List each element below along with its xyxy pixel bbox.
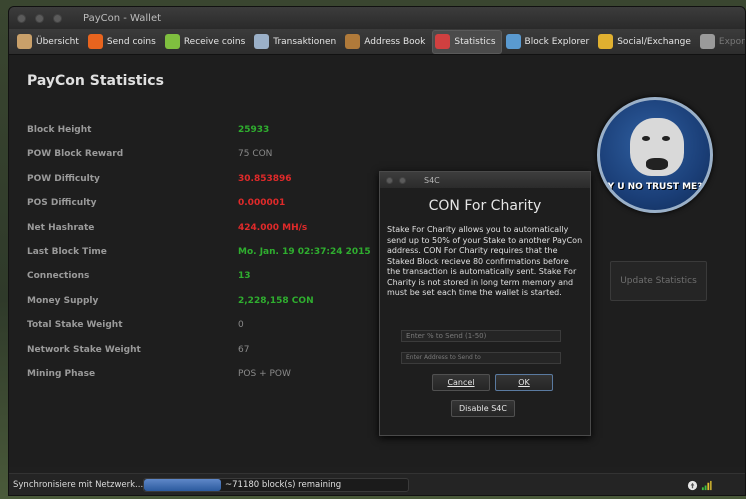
address-book-icon <box>345 34 361 49</box>
main-toolbar: Übersicht Send coins Receive coins Transakt… <box>9 29 745 55</box>
stat-label: Network Stake Weight <box>27 344 141 355</box>
sync-status-icon[interactable] <box>687 480 698 491</box>
send-rocket-icon <box>87 34 103 49</box>
stat-row: POW Block Reward 75 CON <box>27 149 397 163</box>
stat-row: Money Supply 2,228,158 CON <box>27 296 397 310</box>
stat-value: POS + POW <box>238 369 291 379</box>
ok-button[interactable]: OK <box>495 374 553 391</box>
sync-status-text: Synchronisiere mit Netzwerk... <box>13 480 144 490</box>
page-title: PayCon Statistics <box>27 73 164 89</box>
stat-row: Connections 13 <box>27 271 397 285</box>
wallet-window: PayCon - Wallet Übersicht Send coins Recei… <box>8 6 746 496</box>
stat-label: Mining Phase <box>27 369 96 379</box>
stat-label: Net Hashrate <box>27 222 95 233</box>
toolbar-address-book[interactable]: Address Book <box>343 30 430 54</box>
toolbar-social-exchange[interactable]: Social/Exchange <box>596 30 696 54</box>
stat-label: POS Difficulty <box>27 198 97 209</box>
toolbar-label: Receive coins <box>183 36 246 47</box>
dialog-title-bar: S4C <box>380 172 590 188</box>
stat-label: Money Supply <box>27 295 99 306</box>
toolbar-label: Transaktionen <box>273 36 337 47</box>
stat-value: 25933 <box>238 125 270 135</box>
stat-value: 424.000 MH/s <box>238 222 308 233</box>
stat-row: Total Stake Weight 0 <box>27 320 397 334</box>
toolbar-statistics[interactable]: Statistics <box>432 29 502 54</box>
stat-value: 75 CON <box>238 149 273 160</box>
disable-s4c-button[interactable]: Disable S4C <box>451 400 515 417</box>
stat-row: Net Hashrate 424.000 MH/s <box>27 223 397 237</box>
s4c-dialog: S4C CON For Charity Stake For Charity al… <box>379 171 591 436</box>
update-statistics-button[interactable]: Update Statistics <box>610 261 707 301</box>
dialog-minimize-button[interactable] <box>399 176 406 184</box>
sync-progress-fill <box>144 479 221 491</box>
toolbar-label: Social/Exchange <box>617 36 691 47</box>
meme-avatar-image: Y U NO TRUST ME? <box>597 97 713 213</box>
stat-label: POW Block Reward <box>27 149 124 160</box>
stat-row: Last Block Time Mo. Jan. 19 02:37:24 2015 <box>27 247 397 261</box>
toolbar-label: Send coins <box>106 36 156 47</box>
export-icon <box>699 34 715 49</box>
toolbar-label: Address Book <box>364 36 426 47</box>
toolbar-label: Übersicht <box>36 36 79 47</box>
block-explorer-grid-icon <box>505 34 521 49</box>
stat-value: 0 <box>238 320 244 331</box>
right-eye <box>662 136 670 141</box>
overview-icon <box>17 34 32 49</box>
toolbar--bersicht[interactable]: Übersicht <box>15 30 84 54</box>
left-eye <box>642 136 650 141</box>
status-bar: Synchronisiere mit Netzwerk... ~71180 bl… <box>9 473 745 495</box>
ok-label: OK <box>518 378 530 387</box>
stat-row: POW Difficulty 30.853896 <box>27 174 397 188</box>
title-bar: PayCon - Wallet <box>9 7 745 29</box>
minimize-window-button[interactable] <box>35 13 44 23</box>
stat-row: POS Difficulty 0.000001 <box>27 198 397 212</box>
stat-label: POW Difficulty <box>27 173 100 184</box>
sync-progress-bar: ~71180 block(s) remaining <box>143 478 409 492</box>
toolbar-receive-coins[interactable]: Receive coins <box>163 30 250 54</box>
toolbar-send-coins[interactable]: Send coins <box>86 30 161 54</box>
stat-label: Block Height <box>27 125 92 135</box>
transactions-icon <box>254 34 270 49</box>
connections-signal-icon[interactable] <box>701 480 712 491</box>
cancel-button[interactable]: Cancel <box>432 374 490 391</box>
statistics-pie-icon <box>435 34 451 49</box>
meme-face <box>630 118 684 176</box>
stat-label: Total Stake Weight <box>27 320 123 331</box>
dialog-description: Stake For Charity allows you to automati… <box>387 225 583 297</box>
stat-value: 13 <box>238 271 251 282</box>
dialog-close-button[interactable] <box>386 176 393 184</box>
mouth <box>646 158 668 170</box>
stat-value: 2,228,158 CON <box>238 295 314 306</box>
stat-row: Mining Phase POS + POW <box>27 369 397 383</box>
stat-row: Block Height 25933 <box>27 125 397 139</box>
stat-label: Last Block Time <box>27 247 107 257</box>
avatar-caption: Y U NO TRUST ME? <box>607 182 703 192</box>
toolbar-block-explorer[interactable]: Block Explorer <box>504 30 595 54</box>
statistics-page: PayCon Statistics Block Height 25933 POW B… <box>9 55 745 467</box>
close-window-button[interactable] <box>17 13 26 23</box>
stat-value: 0.000001 <box>238 198 286 209</box>
social-people-icon <box>598 34 614 49</box>
toolbar-label: Export <box>718 36 746 47</box>
maximize-window-button[interactable] <box>53 13 62 23</box>
sync-progress-text: ~71180 block(s) remaining <box>225 480 342 490</box>
stat-value: 30.853896 <box>238 173 292 184</box>
percent-input[interactable]: Enter % to Send (1-50) <box>401 330 561 342</box>
stat-value: Mo. Jan. 19 02:37:24 2015 <box>238 247 371 257</box>
stat-label: Connections <box>27 271 90 282</box>
toolbar-transaktionen[interactable]: Transaktionen <box>252 30 341 54</box>
dialog-window-title: S4C <box>424 175 440 185</box>
stat-row: Network Stake Weight 67 <box>27 345 397 359</box>
toolbar-label: Statistics <box>454 36 496 47</box>
stat-value: 67 <box>238 344 250 355</box>
toolbar-label: Block Explorer <box>524 36 590 47</box>
cancel-label: Cancel <box>447 378 475 387</box>
toolbar-export[interactable]: Export <box>698 30 746 54</box>
receive-parachute-icon <box>164 34 180 49</box>
window-title: PayCon - Wallet <box>83 12 162 24</box>
dialog-heading: CON For Charity <box>428 198 542 214</box>
address-input[interactable]: Enter Address to Send to <box>401 352 561 364</box>
